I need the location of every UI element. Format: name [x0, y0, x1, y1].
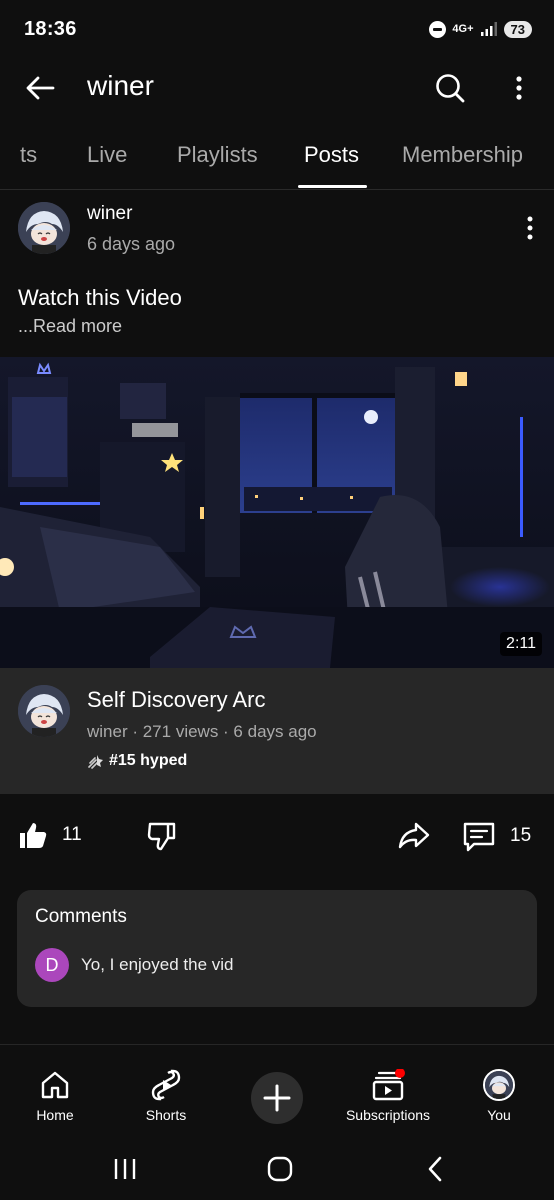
hype-icon [88, 755, 103, 769]
video-title[interactable]: Self Discovery Arc [87, 687, 266, 713]
video-duration: 2:11 [500, 632, 542, 656]
search-icon [436, 74, 465, 103]
chevron-left-icon [428, 1156, 442, 1182]
nav-subscriptions[interactable]: Subscriptions [333, 1067, 443, 1123]
post-options-button[interactable] [516, 210, 544, 246]
commenter-avatar: D [35, 948, 69, 982]
nav-shorts[interactable]: Shorts [111, 1067, 221, 1123]
bottom-navigation: Home Shorts Subscriptions You [0, 1044, 554, 1140]
create-button[interactable] [251, 1072, 303, 1124]
bedroom-scene-image [0, 357, 554, 668]
read-more-link[interactable]: ...Read more [18, 316, 122, 337]
status-bar: 18:36 4G+ 73 [0, 0, 554, 58]
comment-text: Yo, I enjoyed the vid [81, 955, 234, 974]
signal-icon [480, 22, 497, 36]
tab-membership[interactable]: Membership [402, 142, 523, 168]
active-tab-indicator [298, 185, 367, 188]
video-thumbnail[interactable]: 2:11 [0, 357, 554, 668]
arrow-left-icon [26, 76, 55, 100]
system-navigation [0, 1140, 554, 1200]
back-button[interactable] [22, 70, 58, 106]
nav-shorts-label: Shorts [145, 1107, 187, 1123]
more-options-button[interactable] [504, 68, 534, 108]
tab-live[interactable]: Live [87, 142, 127, 168]
tab-videos[interactable]: ts [20, 142, 37, 168]
search-button[interactable] [430, 68, 470, 108]
comment-count: 15 [510, 825, 532, 846]
app-header: winer [0, 58, 554, 118]
home-icon [41, 1071, 69, 1099]
video-channel-avatar[interactable] [18, 685, 70, 737]
do-not-disturb-icon [429, 20, 447, 38]
like-button[interactable]: 11 [18, 820, 82, 850]
anime-avatar-icon [485, 1071, 513, 1099]
recents-icon [114, 1159, 136, 1179]
battery-level: 73 [503, 20, 532, 38]
avatar [483, 1069, 515, 1101]
hype-badge: #15 hyped [87, 752, 187, 770]
post-author-avatar[interactable] [18, 202, 70, 254]
nav-home[interactable]: Home [0, 1067, 110, 1123]
comments-button[interactable]: 15 [462, 820, 531, 852]
channel-tabs: ts Live Playlists Posts Membership [0, 126, 554, 190]
share-icon [398, 822, 430, 849]
anime-avatar-icon [18, 202, 70, 254]
subscriptions-icon [372, 1069, 405, 1101]
nav-subscriptions-label: Subscriptions [345, 1107, 431, 1123]
thumbs-down-icon [147, 822, 176, 851]
video-info-card[interactable]: Self Discovery Arc winer · 271 views · 6… [0, 668, 554, 794]
channel-title: winer [87, 70, 154, 101]
post-actions: 11 15 [0, 810, 554, 866]
more-vertical-icon [527, 216, 533, 240]
network-type: 4G+ [452, 23, 474, 35]
more-vertical-icon [516, 76, 522, 100]
status-time: 18:36 [24, 17, 77, 40]
plus-icon [263, 1084, 291, 1112]
video-meta: winer · 271 views · 6 days ago [87, 722, 317, 741]
comments-section[interactable]: Comments D Yo, I enjoyed the vid [17, 890, 537, 1007]
anime-avatar-icon [18, 685, 70, 737]
nav-home-label: Home [36, 1107, 74, 1123]
share-button[interactable] [397, 820, 431, 850]
dislike-button[interactable] [146, 820, 178, 852]
post-author-name[interactable]: winer [87, 203, 132, 225]
thumbs-up-icon [20, 823, 47, 848]
nav-you-label: You [487, 1107, 511, 1123]
shorts-icon [151, 1069, 181, 1101]
comments-title: Comments [35, 906, 127, 927]
like-count: 11 [62, 824, 82, 845]
home-circle-icon [267, 1156, 293, 1182]
hype-rank: #15 hyped [109, 752, 188, 769]
tab-playlists[interactable]: Playlists [177, 142, 258, 168]
tab-posts[interactable]: Posts [304, 142, 359, 168]
system-back-button[interactable] [415, 1154, 455, 1184]
status-icons: 4G+ 73 [429, 20, 532, 38]
nav-you[interactable]: You [444, 1067, 554, 1123]
home-system-button[interactable] [260, 1154, 300, 1184]
recents-button[interactable] [105, 1154, 145, 1184]
comment-icon [463, 822, 495, 852]
post-text: Watch this Video [18, 285, 182, 310]
post-timestamp: 6 days ago [87, 234, 176, 254]
